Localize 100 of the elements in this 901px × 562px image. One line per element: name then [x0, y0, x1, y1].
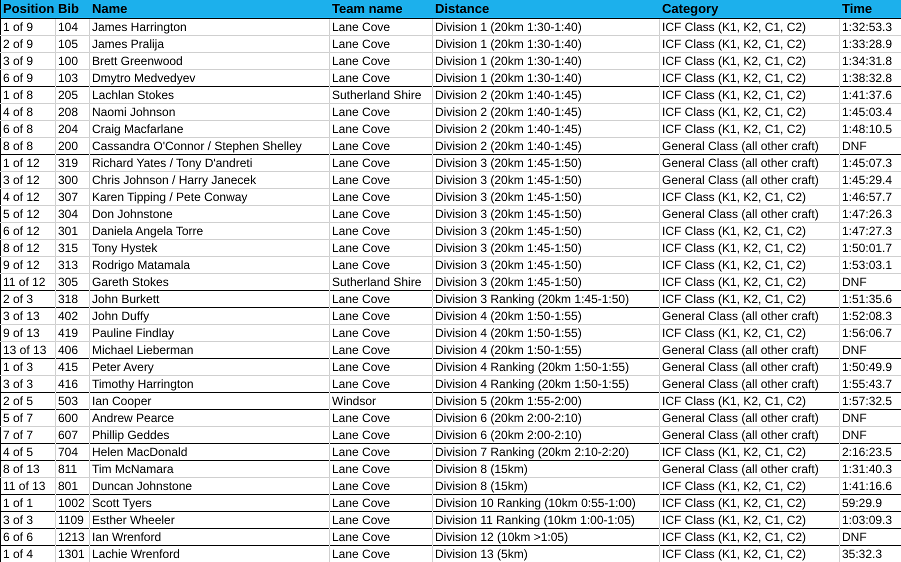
table-cell: Lane Cove — [330, 460, 432, 477]
table-cell: Division 1 (20km 1:30-1:40) — [432, 18, 660, 35]
table-cell: 406 — [56, 341, 90, 358]
table-cell: General Class (all other craft) — [660, 375, 840, 392]
table-cell: Lane Cove — [330, 222, 432, 239]
table-cell: DNF — [840, 426, 901, 443]
table-cell: 4 of 5 — [0, 443, 56, 460]
table-cell: Peter Avery — [90, 358, 330, 375]
table-cell: 801 — [56, 477, 90, 494]
table-cell: 1:34:31.8 — [840, 52, 901, 69]
table-cell: 3 of 12 — [0, 171, 56, 188]
table-cell: Lane Cove — [330, 545, 432, 562]
table-cell: ICF Class (K1, K2, C1, C2) — [660, 528, 840, 545]
table-cell: 1:32:53.3 — [840, 18, 901, 35]
column-header: Category — [660, 0, 840, 18]
table-cell: Don Johnstone — [90, 205, 330, 222]
table-cell: 811 — [56, 460, 90, 477]
table-cell: Division 3 (20km 1:45-1:50) — [432, 154, 660, 171]
table-cell: General Class (all other craft) — [660, 154, 840, 171]
table-cell: 301 — [56, 222, 90, 239]
table-cell: Chris Johnson / Harry Janecek — [90, 171, 330, 188]
table-cell: 1:41:37.6 — [840, 86, 901, 103]
table-cell: Division 3 (20km 1:45-1:50) — [432, 273, 660, 290]
table-cell: Division 10 Ranking (10km 0:55-1:00) — [432, 494, 660, 511]
table-cell: Esther Wheeler — [90, 511, 330, 528]
table-cell: ICF Class (K1, K2, C1, C2) — [660, 256, 840, 273]
table-cell: Lane Cove — [330, 375, 432, 392]
table-cell: Michael Lieberman — [90, 341, 330, 358]
table-cell: DNF — [840, 137, 901, 154]
table-cell: 1:03:09.3 — [840, 511, 901, 528]
table-cell: ICF Class (K1, K2, C1, C2) — [660, 52, 840, 69]
table-cell: 4 of 12 — [0, 188, 56, 205]
table-cell: ICF Class (K1, K2, C1, C2) — [660, 545, 840, 562]
table-cell: General Class (all other craft) — [660, 205, 840, 222]
table-cell: General Class (all other craft) — [660, 171, 840, 188]
table-cell: Division 6 (20km 2:00-2:10) — [432, 426, 660, 443]
table-cell: Lane Cove — [330, 256, 432, 273]
table-cell: Brett Greenwood — [90, 52, 330, 69]
table-cell: Daniela Angela Torre — [90, 222, 330, 239]
table-cell: General Class (all other craft) — [660, 137, 840, 154]
table-cell: 1:53:03.1 — [840, 256, 901, 273]
table-cell: Lane Cove — [330, 171, 432, 188]
column-header: Name — [90, 0, 330, 18]
table-cell: 1:45:07.3 — [840, 154, 901, 171]
table-cell: 1:57:32.5 — [840, 392, 901, 409]
table-cell: 300 — [56, 171, 90, 188]
table-cell: 1301 — [56, 545, 90, 562]
table-cell: Lane Cove — [330, 324, 432, 341]
table-cell: 319 — [56, 154, 90, 171]
table-cell: 4 of 8 — [0, 103, 56, 120]
table-cell: General Class (all other craft) — [660, 307, 840, 324]
table-cell: Division 4 Ranking (20km 1:50-1:55) — [432, 375, 660, 392]
table-cell: 313 — [56, 256, 90, 273]
table-cell: 704 — [56, 443, 90, 460]
table-cell: 7 of 7 — [0, 426, 56, 443]
table-cell: 9 of 13 — [0, 324, 56, 341]
table-cell: James Harrington — [90, 18, 330, 35]
table-cell: Division 3 (20km 1:45-1:50) — [432, 256, 660, 273]
table-cell: Division 3 (20km 1:45-1:50) — [432, 239, 660, 256]
table-cell: Division 4 (20km 1:50-1:55) — [432, 341, 660, 358]
table-cell: 8 of 12 — [0, 239, 56, 256]
table-cell: Karen Tipping / Pete Conway — [90, 188, 330, 205]
column-header: Position — [0, 0, 56, 18]
table-cell: Lane Cove — [330, 188, 432, 205]
table-cell: 315 — [56, 239, 90, 256]
table-cell: Lane Cove — [330, 35, 432, 52]
table-cell: ICF Class (K1, K2, C1, C2) — [660, 511, 840, 528]
table-cell: 318 — [56, 290, 90, 307]
table-cell: General Class (all other craft) — [660, 426, 840, 443]
table-cell: Lane Cove — [330, 494, 432, 511]
column-header: Distance — [432, 0, 660, 18]
table-cell: 6 of 12 — [0, 222, 56, 239]
table-cell: Division 11 Ranking (10km 1:00-1:05) — [432, 511, 660, 528]
table-cell: General Class (all other craft) — [660, 358, 840, 375]
table-cell: 2 of 9 — [0, 35, 56, 52]
table-cell: 1:52:08.3 — [840, 307, 901, 324]
table-cell: ICF Class (K1, K2, C1, C2) — [660, 18, 840, 35]
table-cell: 104 — [56, 18, 90, 35]
table-cell: 415 — [56, 358, 90, 375]
table-cell: Lane Cove — [330, 205, 432, 222]
table-cell: 1 of 12 — [0, 154, 56, 171]
table-cell: Windsor — [330, 392, 432, 409]
table-cell: 1:50:01.7 — [840, 239, 901, 256]
table-cell: 11 of 12 — [0, 273, 56, 290]
table-cell: 11 of 13 — [0, 477, 56, 494]
table-cell: John Burkett — [90, 290, 330, 307]
table-cell: 2 of 3 — [0, 290, 56, 307]
table-cell: 600 — [56, 409, 90, 426]
table-cell: Cassandra O'Connor / Stephen Shelley — [90, 137, 330, 154]
table-cell: Gareth Stokes — [90, 273, 330, 290]
table-cell: Division 3 (20km 1:45-1:50) — [432, 188, 660, 205]
table-cell: DNF — [840, 528, 901, 545]
table-cell: 1:33:28.9 — [840, 35, 901, 52]
table-cell: Division 2 (20km 1:40-1:45) — [432, 137, 660, 154]
table-cell: Naomi Johnson — [90, 103, 330, 120]
table-cell: Division 2 (20km 1:40-1:45) — [432, 120, 660, 137]
table-cell: 1:45:03.4 — [840, 103, 901, 120]
table-cell: 204 — [56, 120, 90, 137]
table-cell: 1:31:40.3 — [840, 460, 901, 477]
table-cell: Division 4 (20km 1:50-1:55) — [432, 307, 660, 324]
